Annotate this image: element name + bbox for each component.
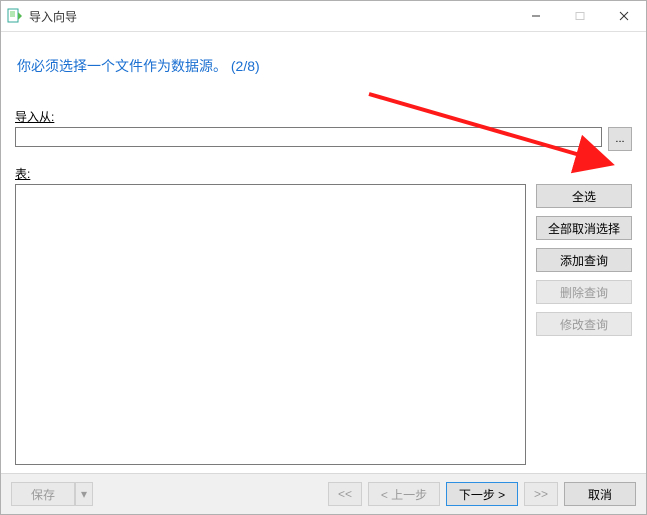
deselect-all-button[interactable]: 全部取消选择 — [536, 216, 632, 240]
browse-button[interactable]: ... — [608, 127, 632, 151]
save-button: 保存 — [11, 482, 75, 506]
import-from-label: 导入从: — [15, 108, 632, 125]
last-button: >> — [524, 482, 558, 506]
add-query-button[interactable]: 添加查询 — [536, 248, 632, 272]
save-split-button: 保存 ▾ — [11, 482, 93, 506]
content-area: 你必须选择一个文件作为数据源。 (2/8) 导入从: ... 表: 全选 全部取… — [1, 32, 646, 473]
import-from-row: ... — [15, 127, 632, 151]
app-icon — [7, 8, 23, 24]
step-heading: 你必须选择一个文件作为数据源。 (2/8) — [17, 56, 630, 76]
tables-row: 全选 全部取消选择 添加查询 删除查询 修改查询 — [15, 184, 632, 465]
import-from-input[interactable] — [15, 127, 602, 147]
minimize-button[interactable] — [514, 1, 558, 31]
tables-listbox[interactable] — [15, 184, 526, 465]
window-title: 导入向导 — [29, 8, 77, 25]
titlebar: 导入向导 — [1, 1, 646, 32]
prev-button: < 上一步 — [368, 482, 440, 506]
cancel-button[interactable]: 取消 — [564, 482, 636, 506]
maximize-button — [558, 1, 602, 31]
select-all-button[interactable]: 全选 — [536, 184, 632, 208]
delete-query-button: 删除查询 — [536, 280, 632, 304]
modify-query-button: 修改查询 — [536, 312, 632, 336]
tables-label: 表: — [15, 165, 632, 182]
footer: 保存 ▾ << < 上一步 下一步 > >> 取消 — [1, 473, 646, 514]
next-button[interactable]: 下一步 > — [446, 482, 518, 506]
close-button[interactable] — [602, 1, 646, 31]
save-dropdown-button: ▾ — [75, 482, 93, 506]
side-button-group: 全选 全部取消选择 添加查询 删除查询 修改查询 — [536, 184, 632, 465]
import-wizard-window: 导入向导 你必须选择一个文件作为数据源。 (2/8) 导入从: ... 表: — [0, 0, 647, 515]
first-button: << — [328, 482, 362, 506]
